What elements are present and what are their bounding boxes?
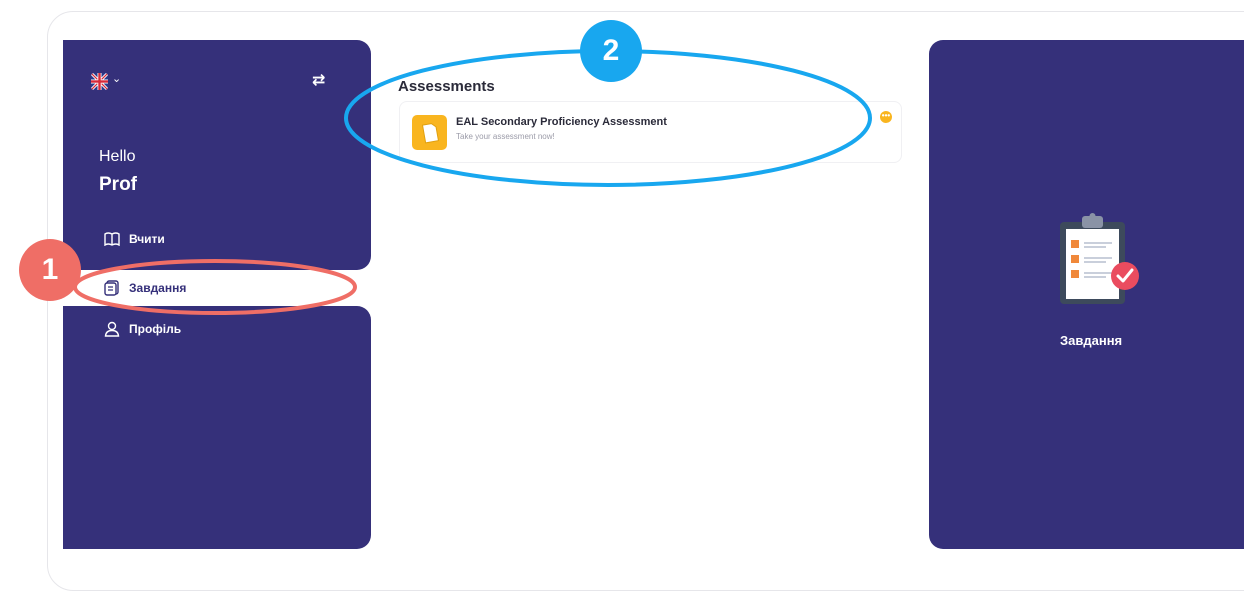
sidebar-item-label: Завдання bbox=[129, 281, 187, 295]
sidebar-bottom bbox=[63, 306, 371, 549]
assessment-title: EAL Secondary Proficiency Assessment bbox=[456, 116, 667, 128]
panel-title: Завдання bbox=[1060, 333, 1123, 348]
user-icon bbox=[104, 321, 120, 337]
annotation-badge-2: 2 bbox=[580, 20, 642, 82]
user-name: Prof bbox=[99, 174, 137, 195]
sidebar-item-tasks[interactable]: Завдання bbox=[104, 280, 186, 296]
uk-flag-icon[interactable] bbox=[91, 73, 108, 90]
greeting: Hello bbox=[99, 148, 136, 165]
document-icon bbox=[412, 115, 447, 150]
annotation-badge-1: 1 bbox=[19, 239, 81, 301]
sidebar-item-profile[interactable]: Профіль bbox=[104, 321, 181, 337]
clipboard-checklist-icon bbox=[1060, 212, 1142, 313]
sidebar-item-learn[interactable]: Вчити bbox=[104, 232, 165, 246]
sidebar-item-label: Профіль bbox=[129, 322, 182, 336]
chevron-down-icon[interactable]: ⌄ bbox=[112, 72, 121, 85]
swap-arrows-icon[interactable]: ⇄ bbox=[312, 70, 325, 90]
book-icon bbox=[104, 232, 120, 246]
tasks-icon bbox=[104, 280, 120, 296]
more-options-icon[interactable]: ••• bbox=[880, 111, 892, 123]
assessment-card[interactable]: EAL Secondary Proficiency Assessment Tak… bbox=[399, 101, 902, 163]
sidebar-item-label: Вчити bbox=[129, 232, 165, 246]
assessment-subtitle: Take your assessment now! bbox=[456, 132, 555, 141]
section-title: Assessments bbox=[398, 78, 495, 95]
